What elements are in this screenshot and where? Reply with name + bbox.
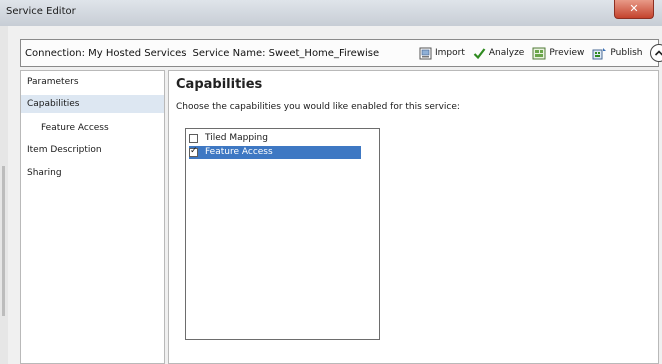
- left-edge-strip: [0, 26, 8, 364]
- analyze-button[interactable]: Analyze: [473, 47, 524, 60]
- preview-icon: [532, 47, 546, 59]
- capability-feature-access[interactable]: ✓ Feature Access: [189, 146, 361, 159]
- sidebar-item-sharing[interactable]: Sharing: [21, 164, 164, 182]
- connection-bar: Connection: My Hosted Services Service Na…: [20, 39, 662, 67]
- import-icon: [419, 47, 432, 59]
- chevron-up-icon: [655, 50, 662, 56]
- connection-info: Connection: My Hosted Services Service Na…: [25, 48, 379, 59]
- preview-label: Preview: [549, 48, 585, 58]
- import-button[interactable]: Import: [419, 47, 465, 60]
- sidebar-item-label: Item Description: [27, 145, 102, 155]
- title-bar: Service Editor ✕: [0, 0, 662, 26]
- publish-icon: [592, 47, 607, 59]
- sidebar-item-label: Parameters: [27, 77, 79, 87]
- checkmark-icon: ✓: [190, 146, 198, 156]
- sidebar-item-feature-access[interactable]: Feature Access: [21, 119, 164, 137]
- capabilities-list: Tiled Mapping ✓ Feature Access: [185, 128, 380, 340]
- toolbar: Import Analyze Preview Publish: [419, 44, 662, 62]
- sidebar-navigation: Parameters Capabilities Feature Access I…: [20, 70, 165, 364]
- sidebar-item-item-description[interactable]: Item Description: [21, 141, 164, 159]
- tiled-mapping-checkbox[interactable]: [189, 134, 198, 143]
- capabilities-description: Choose the capabilities you would like e…: [176, 102, 460, 112]
- feature-access-checkbox[interactable]: ✓: [189, 146, 198, 157]
- capabilities-panel: Capabilities Choose the capabilities you…: [168, 70, 659, 364]
- service-editor-window: Connection: My Hosted Services Service Na…: [8, 26, 662, 364]
- publish-label: Publish: [610, 48, 643, 58]
- sidebar-item-label: Capabilities: [27, 99, 80, 109]
- publish-button[interactable]: Publish: [592, 47, 642, 60]
- window-title: Service Editor: [6, 6, 76, 17]
- sidebar-item-parameters[interactable]: Parameters: [21, 73, 164, 91]
- sidebar-item-capabilities[interactable]: Capabilities: [21, 95, 164, 113]
- capability-label: Tiled Mapping: [205, 133, 268, 143]
- service-name-label: Service Name: Sweet_Home_Firewise: [192, 48, 380, 59]
- sidebar-item-label: Sharing: [27, 168, 62, 178]
- collapse-button[interactable]: [650, 44, 662, 62]
- resize-grip[interactable]: [2, 166, 5, 316]
- analyze-label: Analyze: [488, 48, 525, 58]
- close-button[interactable]: ✕: [614, 0, 654, 19]
- preview-button[interactable]: Preview: [532, 47, 584, 60]
- page-title: Capabilities: [176, 77, 263, 92]
- connection-label: Connection: My Hosted Services: [25, 48, 187, 59]
- import-label: Import: [435, 48, 465, 58]
- capability-label: Feature Access: [205, 147, 273, 157]
- close-icon: ✕: [629, 2, 639, 15]
- checkmark-icon: [473, 47, 486, 59]
- sidebar-item-label: Feature Access: [41, 123, 109, 133]
